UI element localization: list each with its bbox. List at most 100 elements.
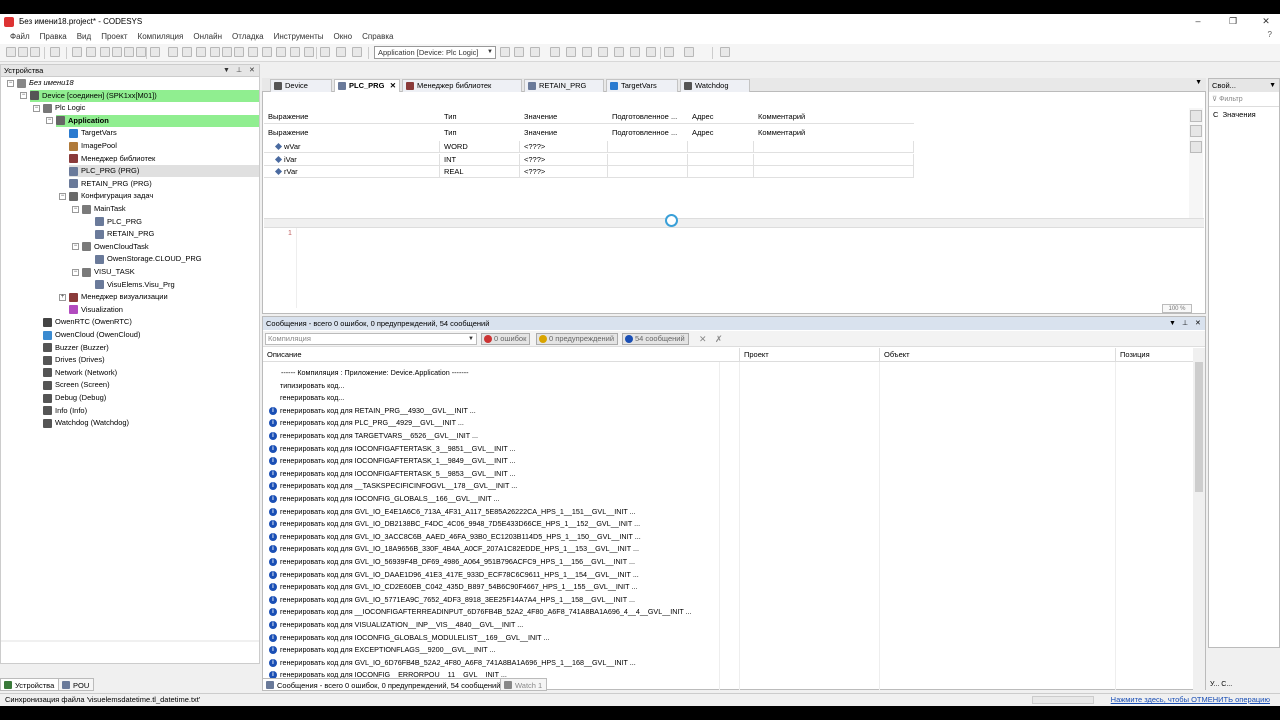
message-row[interactable]: i генерировать код для GVL_IO_E4E1A6C6_71… — [263, 506, 718, 519]
expand-toggle-icon[interactable]: − — [46, 117, 53, 125]
var-cell[interactable]: WORD — [440, 141, 520, 153]
editor-scrollbar[interactable] — [1189, 108, 1203, 218]
tree-item[interactable]: Drives (Drives) — [43, 354, 105, 366]
toolbar-button-icon[interactable] — [18, 47, 28, 57]
var-cell[interactable]: <???> — [520, 141, 608, 153]
toolbar-button-icon[interactable] — [210, 47, 220, 57]
tree-item[interactable]: VISU_TASK — [82, 266, 135, 278]
menu-item-6[interactable]: Отладка — [227, 32, 269, 41]
message-row[interactable]: i генерировать код для IOCONFIG_GLOBALS__… — [263, 493, 718, 506]
close-tab-icon[interactable]: ✕ — [390, 80, 396, 92]
toolbar-button-icon[interactable] — [222, 47, 232, 57]
menu-item-5[interactable]: Онлайн — [188, 32, 227, 41]
toolbar-button-icon[interactable] — [234, 47, 244, 57]
column-header[interactable]: Адрес — [688, 126, 754, 140]
message-row[interactable]: i генерировать код для GVL_IO_DB2138BC_F4… — [263, 518, 718, 531]
tab-watchdog[interactable]: Watchdog — [680, 79, 750, 92]
clear-all-icon[interactable]: ✗ — [715, 334, 723, 345]
menu-item-4[interactable]: Компиляция — [133, 32, 189, 41]
toolbar-button-icon[interactable] — [150, 47, 160, 57]
expand-toggle-icon[interactable]: − — [72, 243, 79, 251]
message-category-select[interactable]: Компиляция ▼ — [265, 333, 477, 345]
message-row[interactable]: i генерировать код для GVL_IO_5771EA9C_76… — [263, 594, 718, 607]
tree-item[interactable]: Plc Logic — [43, 102, 85, 114]
toolbar-button-icon[interactable] — [664, 47, 674, 57]
expand-toggle-icon[interactable]: − — [59, 192, 66, 200]
column-position[interactable]: Позиция — [1115, 348, 1193, 362]
column-project[interactable]: Проект — [739, 348, 879, 362]
column-header[interactable]: Значение — [520, 126, 608, 140]
expand-toggle-icon[interactable]: − — [72, 205, 79, 213]
var-cell[interactable] — [688, 166, 754, 178]
pin-icon[interactable]: ⊥ — [1182, 317, 1188, 330]
tab-messages[interactable]: Сообщения - всего 0 ошибок, 0 предупрежд… — [262, 678, 506, 691]
message-row[interactable]: i генерировать код для VISUALIZATION__INP… — [263, 619, 718, 632]
toolbar-button-icon[interactable] — [630, 47, 640, 57]
toolbar-button-icon[interactable] — [304, 47, 314, 57]
toolbar-button-icon[interactable] — [684, 47, 694, 57]
tree-item[interactable]: Buzzer (Buzzer) — [43, 342, 109, 354]
column-header[interactable]: Тип — [440, 126, 520, 140]
message-row[interactable]: i генерировать код для IOCONFIGAFTERTASK_… — [263, 443, 718, 456]
tree-item[interactable]: Device [соединен] (SPK1xx[M01]) — [30, 89, 259, 102]
menu-item-2[interactable]: Вид — [72, 32, 96, 41]
close-icon[interactable]: ✕ — [1195, 317, 1201, 330]
var-cell[interactable] — [754, 153, 914, 166]
code-area[interactable]: 1 — [264, 228, 1204, 308]
expand-toggle-icon[interactable]: − — [20, 92, 27, 100]
message-row[interactable]: i генерировать код для GVL_IO_18A9656B_33… — [263, 543, 718, 556]
tree-item[interactable]: VisuElems.Visu_Prg — [95, 279, 175, 291]
toolbar-button-icon[interactable] — [182, 47, 192, 57]
message-row[interactable]: i генерировать код для __IOCONFIGAFTERREA… — [263, 606, 718, 619]
tree-item[interactable]: TargetVars — [69, 127, 117, 139]
tree-scrollbar[interactable] — [1, 640, 259, 642]
tree-item[interactable]: RETAIN_PRG — [95, 228, 154, 240]
menu-item-9[interactable]: Справка — [357, 32, 398, 41]
var-cell[interactable] — [608, 141, 688, 153]
var-cell[interactable] — [688, 153, 754, 166]
var-cell[interactable]: wVar — [264, 141, 440, 153]
scroll-up-button[interactable] — [1190, 110, 1202, 122]
menu-item-7[interactable]: Инструменты — [269, 32, 329, 41]
tree-item[interactable]: Screen (Screen) — [43, 379, 110, 391]
tree-item[interactable]: OwenCloud (OwenCloud) — [43, 329, 140, 341]
toolbar-button-icon[interactable] — [86, 47, 96, 57]
column-header[interactable]: Тип — [440, 110, 520, 124]
tree-item[interactable]: Info (Info) — [43, 405, 87, 417]
message-row[interactable]: i генерировать код для GVL_IO_CD2E60EB_C0… — [263, 581, 718, 594]
toolbar-button-icon[interactable] — [550, 47, 560, 57]
toolbar-button-icon[interactable] — [168, 47, 178, 57]
toolbar-button-icon[interactable] — [100, 47, 110, 57]
tree-item[interactable]: ImagePool — [69, 140, 117, 152]
message-row[interactable]: i генерировать код для EXCEPTIONFLAGS__92… — [263, 644, 718, 657]
tab-retain-prg[interactable]: RETAIN_PRG — [524, 79, 604, 92]
toolbar-button-icon[interactable] — [30, 47, 40, 57]
cancel-operation-link[interactable]: Нажмите здесь, чтобы ОТМЕНИТЬ операцию — [1111, 694, 1270, 706]
toolbar-button-icon[interactable] — [514, 47, 524, 57]
column-description[interactable]: Описание — [263, 348, 719, 362]
var-cell[interactable] — [688, 141, 754, 153]
message-row[interactable]: i генерировать код для RETAIN_PRG__4930__… — [263, 405, 718, 418]
column-header[interactable]: Значение — [520, 110, 608, 124]
toolbar-button-icon[interactable] — [276, 47, 286, 57]
help-icon[interactable]: ? — [1268, 30, 1272, 39]
tree-item[interactable]: Network (Network) — [43, 367, 117, 379]
column-header[interactable]: Подготовленное ... — [608, 126, 688, 140]
zoom-indicator[interactable]: 100 % — [1162, 304, 1192, 313]
scroll-down-button[interactable] — [1190, 125, 1202, 137]
message-row[interactable]: i генерировать код для GVL_IO_6D76FB4B_52… — [263, 657, 718, 670]
chevron-down-icon[interactable]: ▼ — [1195, 79, 1202, 86]
errors-filter[interactable]: 0 ошибок — [481, 333, 531, 345]
var-cell[interactable] — [608, 153, 688, 166]
values-item[interactable]: С Значения — [1209, 109, 1279, 121]
column-object[interactable]: Объект — [879, 348, 1115, 362]
close-icon[interactable]: ✕ — [249, 65, 255, 77]
toolbar-button-icon[interactable] — [262, 47, 272, 57]
minimize-button[interactable]: – — [1187, 14, 1209, 29]
column-header[interactable]: Выражение — [264, 126, 440, 140]
tree-item[interactable]: RETAIN_PRG (PRG) — [69, 178, 152, 190]
message-row[interactable]: i генерировать код для GVL_IO_DAAE1D96_41… — [263, 569, 718, 582]
tab-device[interactable]: Device — [270, 79, 332, 92]
toolbar-button-icon[interactable] — [352, 47, 362, 57]
message-row[interactable]: генерировать код... — [263, 392, 718, 405]
